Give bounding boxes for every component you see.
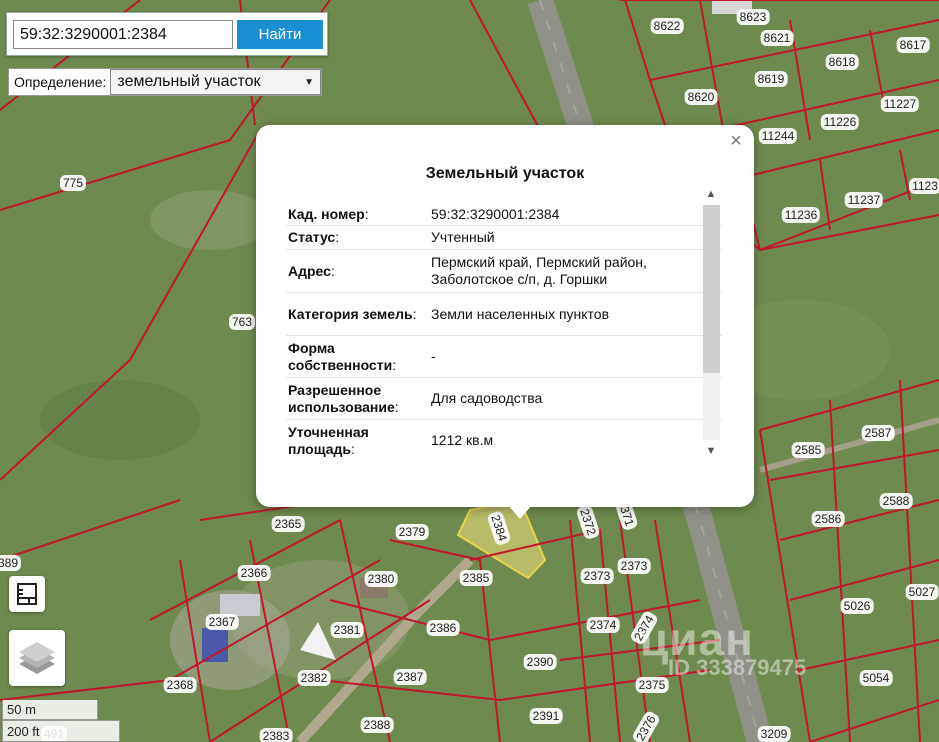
parcel-label[interactable]: 11237 [844, 192, 884, 208]
parcel-label[interactable]: 2380 [364, 571, 398, 587]
popup-scrollbar[interactable]: ▲ ▼ [701, 185, 721, 460]
parcel-label[interactable]: 2390 [523, 654, 557, 670]
parcel-label[interactable]: 8621 [760, 30, 794, 46]
info-value: Земли населенных пунктов [431, 305, 610, 322]
info-value: Для садоводства [431, 390, 543, 406]
parcel-label[interactable]: 2587 [861, 425, 895, 441]
parcel-label[interactable]: 2588 [879, 493, 913, 509]
info-row: Статус: Учтенный [286, 226, 722, 250]
layers-button[interactable] [9, 630, 65, 686]
popup-pointer [508, 505, 532, 519]
parcel-label[interactable]: 8618 [825, 54, 859, 70]
scroll-down-icon[interactable]: ▼ [701, 442, 721, 460]
parcel-label[interactable]: 8620 [684, 89, 718, 105]
info-value: Учтенный [431, 229, 495, 245]
info-row: Разрешенное использование: Для садоводст… [286, 378, 722, 420]
measure-button[interactable] [9, 576, 45, 612]
info-key: Форма собственности [288, 339, 393, 373]
parcel-label[interactable]: 2373 [617, 558, 651, 574]
definition-label: Определение: [14, 74, 107, 90]
parcel-label[interactable]: 2368 [163, 677, 197, 693]
scale-bar-imperial: 200 ft [2, 720, 120, 742]
parcel-label[interactable]: 2373 [580, 568, 614, 584]
parcel-label[interactable]: 11236 [781, 207, 821, 223]
parcel-label[interactable]: 2383 [259, 728, 293, 742]
parcel-label[interactable]: 8617 [896, 37, 930, 53]
parcel-label[interactable]: 2385 [459, 570, 493, 586]
parcel-label[interactable]: 8619 [754, 71, 788, 87]
definition-selected-value: земельный участок [117, 73, 261, 90]
layers-icon [19, 642, 55, 674]
parcel-label[interactable]: 2387 [393, 669, 427, 685]
info-key: Адрес [288, 262, 331, 279]
parcel-label[interactable]: 2585 [791, 442, 825, 458]
parcel-label[interactable]: 5054 [859, 670, 893, 686]
parcel-label[interactable]: 1123 [909, 178, 939, 194]
parcel-label[interactable]: 11226 [820, 114, 860, 130]
parcel-info-popup: × Земельный участок Кад. номер: 59:32:32… [256, 125, 754, 519]
parcel-label[interactable]: 2367 [205, 614, 239, 630]
info-table[interactable]: Кад. номер: 59:32:3290001:2384 Статус: У… [286, 203, 722, 461]
definition-panel: Определение: земельный участок ▼ [8, 68, 322, 96]
info-key: Кад. номер [288, 205, 365, 222]
parcel-label[interactable]: 2374 [586, 617, 620, 633]
parcel-label[interactable]: 2365 [271, 516, 305, 532]
info-key: Уточненная площадь [288, 423, 369, 457]
search-panel: Найти [6, 12, 328, 56]
info-value: 1212 кв.м [431, 432, 494, 448]
parcel-label[interactable]: 2366 [237, 565, 271, 581]
parcel-label[interactable]: 11244 [758, 128, 798, 144]
chevron-down-icon: ▼ [304, 76, 314, 88]
parcel-label[interactable]: 2386 [426, 620, 460, 636]
parcel-label[interactable]: 3209 [757, 726, 791, 742]
parcel-label[interactable]: 2586 [811, 511, 845, 527]
info-key: Категория земель [288, 305, 413, 322]
search-button[interactable]: Найти [237, 20, 323, 49]
parcel-label[interactable]: 5027 [905, 584, 939, 600]
search-input[interactable] [13, 20, 233, 49]
parcel-label[interactable]: 2379 [395, 524, 429, 540]
scroll-track[interactable] [703, 205, 720, 440]
watermark-id: ID 333879475 [668, 655, 807, 680]
scroll-thumb[interactable] [703, 205, 720, 373]
parcel-label[interactable]: 2388 [360, 717, 394, 733]
info-value: 59:32:3290001:2384 [431, 205, 560, 222]
info-row: Адрес: Пермский край, Пермский район, За… [286, 250, 722, 293]
parcel-label[interactable]: 2391 [529, 708, 563, 724]
info-key: Статус [288, 229, 336, 245]
parcel-label[interactable]: 2382 [297, 670, 331, 686]
info-value: - [431, 348, 436, 364]
info-value: Пермский край, Пермский район, Заболотск… [431, 254, 647, 287]
parcel-label[interactable]: 5026 [840, 598, 874, 614]
popup-title: Земельный участок [425, 165, 585, 182]
info-row: Форма собственности: - [286, 336, 722, 378]
close-icon[interactable]: × [726, 131, 746, 151]
scroll-up-icon[interactable]: ▲ [701, 185, 721, 203]
info-key: Разрешенное использование [288, 381, 395, 415]
parcel-label[interactable]: 8622 [650, 18, 684, 34]
scale-bar-metric: 50 m [2, 700, 98, 720]
definition-select[interactable]: земельный участок ▼ [110, 69, 321, 95]
parcel-label[interactable]: 11227 [880, 96, 920, 112]
info-row: Уточненная площадь: 1212 кв.м [286, 420, 722, 461]
parcel-label[interactable]: 2375 [635, 677, 669, 693]
info-row: Категория земель: Земли населенных пункт… [286, 293, 722, 336]
ruler-icon [17, 583, 37, 605]
parcel-label[interactable]: 389 [0, 555, 22, 571]
parcel-label[interactable]: 763 [228, 314, 256, 330]
parcel-label[interactable]: 775 [59, 175, 87, 191]
parcel-label[interactable]: 8623 [736, 9, 770, 25]
parcel-label[interactable]: 2381 [330, 622, 364, 638]
info-row: Кад. номер: 59:32:3290001:2384 [286, 203, 722, 226]
